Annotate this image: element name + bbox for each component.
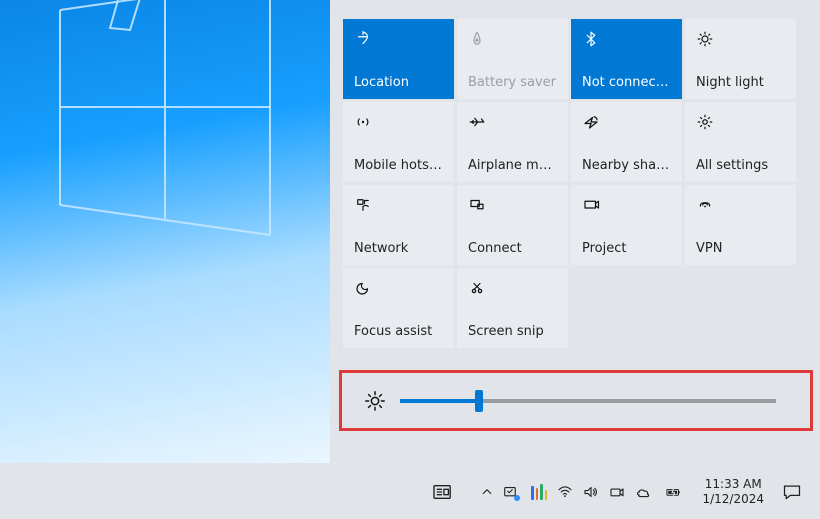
volume-tray-icon[interactable] (578, 464, 604, 519)
brightness-slider-thumb[interactable] (475, 390, 483, 412)
tile-project[interactable]: Project (571, 185, 682, 265)
clock-time: 11:33 AM (705, 477, 762, 492)
tile-mobile-hotspot[interactable]: Mobile hotspot (343, 102, 454, 182)
night-light-icon (696, 30, 716, 48)
app-tray-icon[interactable] (526, 464, 552, 519)
tile-label: Airplane mode (468, 159, 557, 173)
tile-label: Night light (696, 76, 785, 90)
airplane-icon (468, 113, 488, 131)
battery-saver-icon (468, 30, 488, 48)
tile-connect[interactable]: Connect (457, 185, 568, 265)
windows-logo-outline (40, 0, 330, 250)
tile-nearby-sharing[interactable]: Nearby sharing (571, 102, 682, 182)
nearby-share-icon (582, 113, 602, 131)
tile-label: Focus assist (354, 325, 443, 339)
camera-tray-icon[interactable] (604, 464, 630, 519)
action-center-button[interactable] (774, 464, 810, 519)
screen-snip-icon (468, 279, 488, 297)
tile-network[interactable]: Network (343, 185, 454, 265)
tile-label: Network (354, 242, 443, 256)
taskbar-clock[interactable]: 11:33 AM 1/12/2024 (692, 477, 774, 507)
tile-label: Screen snip (468, 325, 557, 339)
taskbar: 11:33 AM 1/12/2024 (0, 463, 820, 519)
tile-label: Battery saver (468, 76, 557, 90)
wifi-tray-icon[interactable] (552, 464, 578, 519)
project-icon (582, 196, 602, 214)
tile-label: Nearby sharing (582, 159, 671, 173)
action-center-panel: Location Battery saver Not connected Nig… (330, 0, 820, 463)
brightness-slider[interactable] (400, 399, 776, 403)
security-tray-icon[interactable] (500, 464, 526, 519)
focus-assist-icon (354, 279, 374, 297)
settings-icon (696, 113, 716, 131)
tile-label: Project (582, 242, 671, 256)
tile-all-settings[interactable]: All settings (685, 102, 796, 182)
desktop-wallpaper (0, 0, 330, 463)
tile-label: VPN (696, 242, 785, 256)
battery-tray-icon[interactable] (656, 464, 692, 519)
tile-airplane-mode[interactable]: Airplane mode (457, 102, 568, 182)
news-widget-button[interactable] (420, 464, 466, 519)
bluetooth-icon (582, 30, 602, 48)
clock-date: 1/12/2024 (702, 492, 764, 507)
location-icon (354, 30, 374, 48)
tile-night-light[interactable]: Night light (685, 19, 796, 99)
connect-icon (468, 196, 488, 214)
tile-screen-snip[interactable]: Screen snip (457, 268, 568, 348)
tile-battery-saver[interactable]: Battery saver (457, 19, 568, 99)
tile-label: Location (354, 76, 443, 90)
network-icon (354, 196, 374, 214)
tray-overflow-button[interactable] (474, 464, 500, 519)
tile-label: Mobile hotspot (354, 159, 443, 173)
onedrive-tray-icon[interactable] (630, 464, 656, 519)
multicolor-bars-icon (531, 484, 547, 500)
hotspot-icon (354, 113, 374, 131)
tile-focus-assist[interactable]: Focus assist (343, 268, 454, 348)
tile-label: Not connected (582, 76, 671, 90)
vpn-icon (696, 196, 716, 214)
tile-label: Connect (468, 242, 557, 256)
brightness-icon (350, 390, 400, 412)
tile-bluetooth[interactable]: Not connected (571, 19, 682, 99)
tile-label: All settings (696, 159, 785, 173)
brightness-slider-row (350, 378, 802, 423)
system-tray: 11:33 AM 1/12/2024 (420, 464, 810, 519)
quick-action-tile-grid: Location Battery saver Not connected Nig… (343, 19, 803, 348)
tile-location[interactable]: Location (343, 19, 454, 99)
tile-vpn[interactable]: VPN (685, 185, 796, 265)
brightness-slider-fill (400, 399, 479, 403)
